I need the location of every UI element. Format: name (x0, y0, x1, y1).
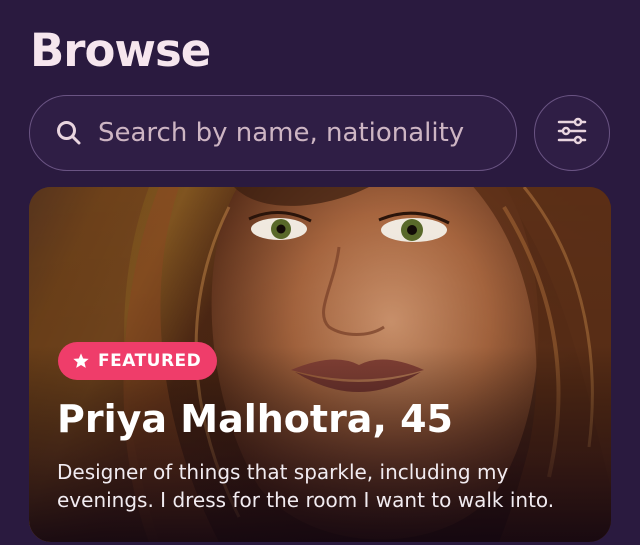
filter-button[interactable] (534, 95, 610, 171)
sliders-icon (556, 117, 588, 149)
search-bar[interactable] (29, 95, 517, 171)
profile-bio: Designer of things that sparkle, includi… (57, 460, 555, 512)
page-title: Browse (30, 24, 211, 77)
profile-name: Priya Malhotra, 45 (57, 397, 453, 441)
featured-badge: FEATURED (58, 342, 218, 380)
badge-label: FEATURED (98, 351, 202, 371)
search-icon (54, 118, 84, 148)
search-input[interactable] (98, 118, 516, 148)
featured-profile-card[interactable]: FEATURED Priya Malhotra, 45 Designer of … (29, 187, 611, 542)
star-icon (72, 352, 90, 370)
